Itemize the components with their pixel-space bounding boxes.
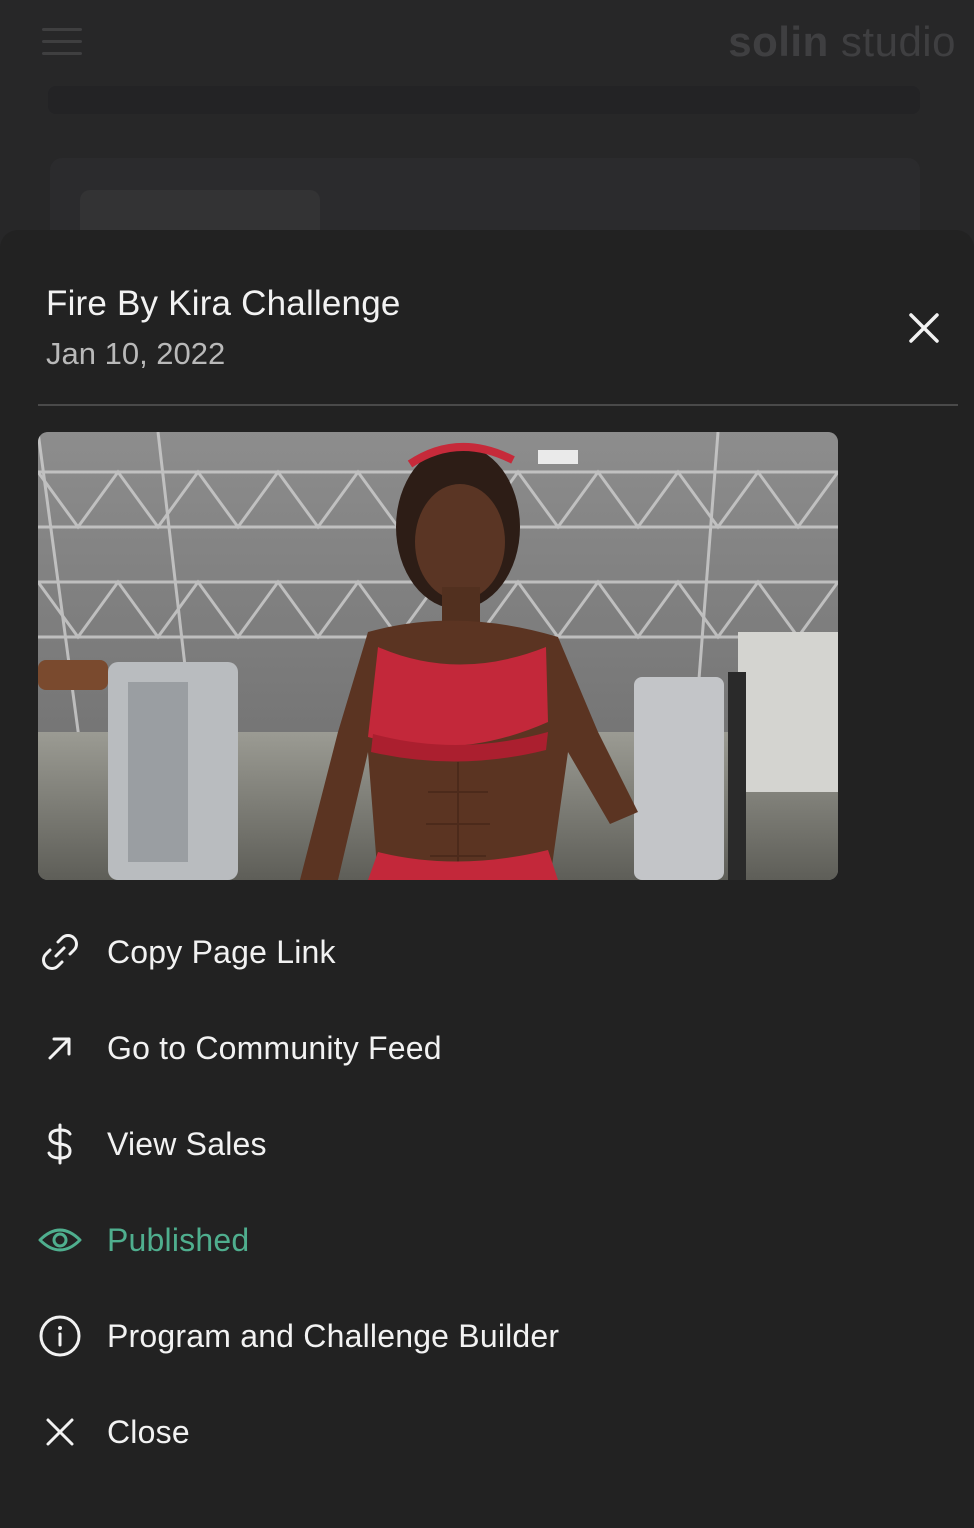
program-builder-label: Program and Challenge Builder xyxy=(107,1317,560,1354)
dollar-icon xyxy=(38,1122,82,1166)
sheet-title: Fire By Kira Challenge xyxy=(46,284,401,323)
action-menu: Copy Page Link Go to Community Feed View… xyxy=(38,904,938,1480)
community-feed-item[interactable]: Go to Community Feed xyxy=(38,1000,938,1096)
action-sheet: Fire By Kira Challenge Jan 10, 2022 Copy… xyxy=(0,230,974,1528)
close-icon xyxy=(909,313,939,343)
copy-page-link-label: Copy Page Link xyxy=(107,933,336,970)
published-toggle-item[interactable]: Published xyxy=(38,1192,938,1288)
sheet-header: Fire By Kira Challenge Jan 10, 2022 xyxy=(46,284,934,372)
gym-photo-illustration xyxy=(38,432,838,880)
program-builder-item[interactable]: Program and Challenge Builder xyxy=(38,1288,938,1384)
eye-icon xyxy=(38,1218,82,1262)
copy-page-link-item[interactable]: Copy Page Link xyxy=(38,904,938,1000)
info-icon xyxy=(38,1314,82,1358)
close-button[interactable] xyxy=(904,308,944,348)
sheet-date: Jan 10, 2022 xyxy=(46,336,226,371)
arrow-up-right-icon xyxy=(38,1026,82,1070)
link-icon xyxy=(38,930,82,974)
view-sales-label: View Sales xyxy=(107,1125,267,1162)
published-label: Published xyxy=(107,1221,250,1258)
close-icon xyxy=(38,1410,82,1454)
view-sales-item[interactable]: View Sales xyxy=(38,1096,938,1192)
header-divider xyxy=(38,404,958,406)
close-item[interactable]: Close xyxy=(38,1384,938,1480)
community-feed-label: Go to Community Feed xyxy=(107,1029,442,1066)
challenge-cover-image xyxy=(38,432,838,880)
close-label: Close xyxy=(107,1413,190,1450)
